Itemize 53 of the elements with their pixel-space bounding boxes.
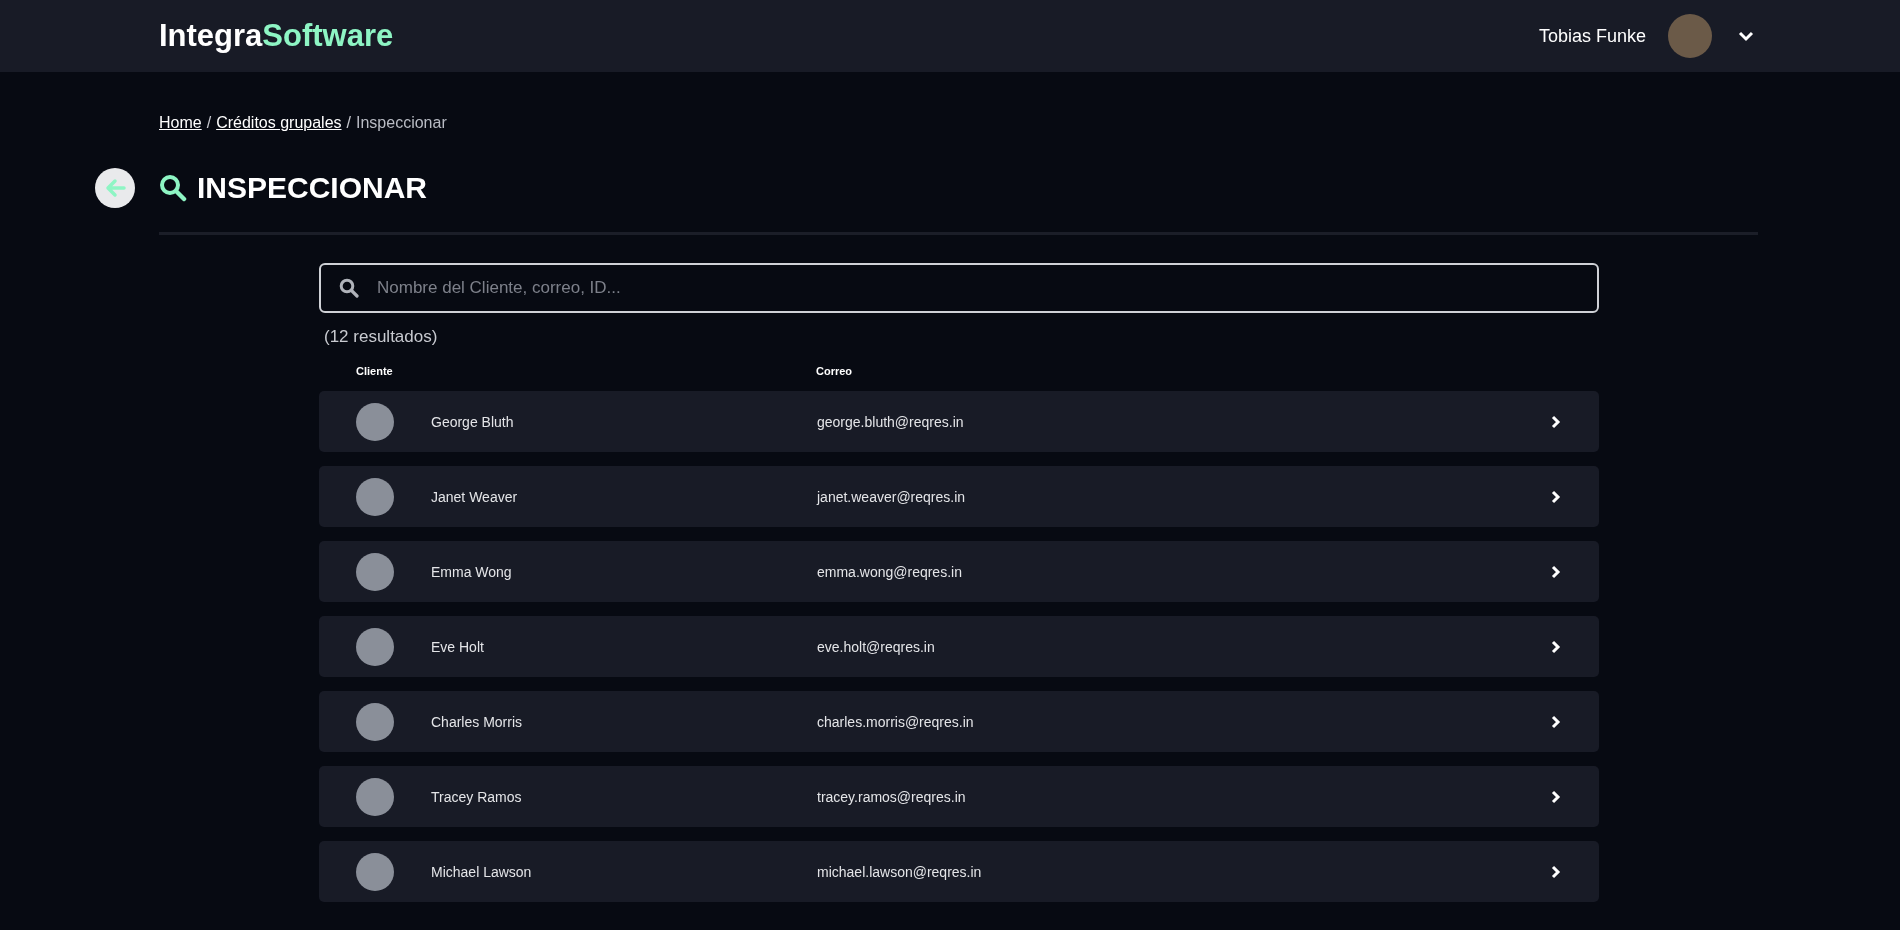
breadcrumb-link[interactable]: Home <box>159 114 202 134</box>
client-email: eve.holt@reqres.in <box>817 638 936 655</box>
breadcrumb-separator: / <box>346 114 351 133</box>
avatar-photo-placeholder <box>356 627 394 666</box>
client-row[interactable]: Eve Holt eve.holt@reqres.in <box>319 616 1599 677</box>
client-row[interactable]: Emma Wong emma.wong@reqres.in <box>319 541 1599 602</box>
search-field[interactable]: Nombre del Cliente, correo, ID... <box>319 263 1599 313</box>
avatar-photo-placeholder <box>356 702 394 741</box>
client-row[interactable]: Charles Morris charles.morris@reqres.in <box>319 691 1599 752</box>
back-button[interactable] <box>95 168 135 208</box>
chevron-down-icon <box>1738 30 1754 42</box>
avatar-photo-placeholder <box>356 777 394 816</box>
client-row[interactable]: George Bluth george.bluth@reqres.in <box>319 391 1599 452</box>
result-count: (12 resultados) <box>324 327 439 347</box>
breadcrumb-separator: / <box>206 114 212 133</box>
client-name: Eve Holt <box>431 638 485 655</box>
breadcrumb-link[interactable]: Créditos grupales <box>216 114 342 134</box>
search-icon <box>339 278 359 298</box>
chevron-right-icon <box>1551 489 1561 504</box>
client-row[interactable]: Michael Lawson michael.lawson@reqres.in <box>319 841 1599 902</box>
avatar-photo-placeholder <box>356 852 394 891</box>
chevron-right-icon <box>1551 864 1561 879</box>
search-icon <box>159 174 187 202</box>
chevron-right-icon <box>1551 564 1561 579</box>
arrow-left-icon <box>104 178 126 198</box>
user-avatar[interactable] <box>1668 14 1712 58</box>
client-name: Michael Lawson <box>431 863 533 880</box>
client-email: charles.morris@reqres.in <box>817 713 975 730</box>
client-name: George Bluth <box>431 413 515 430</box>
chevron-right-icon <box>1551 414 1561 429</box>
column-header: Correo <box>816 365 853 377</box>
client-email: george.bluth@reqres.in <box>817 413 965 430</box>
client-name: Janet Weaver <box>431 488 519 505</box>
avatar-photo-placeholder <box>356 402 394 441</box>
avatar-photo-placeholder <box>356 477 394 516</box>
logo: IntegraSoftware <box>159 18 394 54</box>
chevron-right-icon <box>1551 714 1561 729</box>
avatar-photo-placeholder <box>356 552 394 591</box>
column-header: Cliente <box>356 365 394 377</box>
breadcrumb-current: Inspeccionar <box>356 114 447 133</box>
user-name: Tobias Funke <box>1538 25 1646 47</box>
page-title: INSPECCIONAR <box>197 171 428 205</box>
client-row[interactable]: Janet Weaver janet.weaver@reqres.in <box>319 466 1599 527</box>
client-name: Tracey Ramos <box>431 788 523 805</box>
client-email: janet.weaver@reqres.in <box>817 488 967 505</box>
client-row[interactable]: Tracey Ramos tracey.ramos@reqres.in <box>319 766 1599 827</box>
chevron-right-icon <box>1551 789 1561 804</box>
client-email: michael.lawson@reqres.in <box>817 863 983 880</box>
client-email: emma.wong@reqres.in <box>817 563 963 580</box>
client-email: tracey.ramos@reqres.in <box>817 788 967 805</box>
client-name: Charles Morris <box>431 713 523 730</box>
client-name: Emma Wong <box>431 563 513 580</box>
chevron-right-icon <box>1551 639 1561 654</box>
